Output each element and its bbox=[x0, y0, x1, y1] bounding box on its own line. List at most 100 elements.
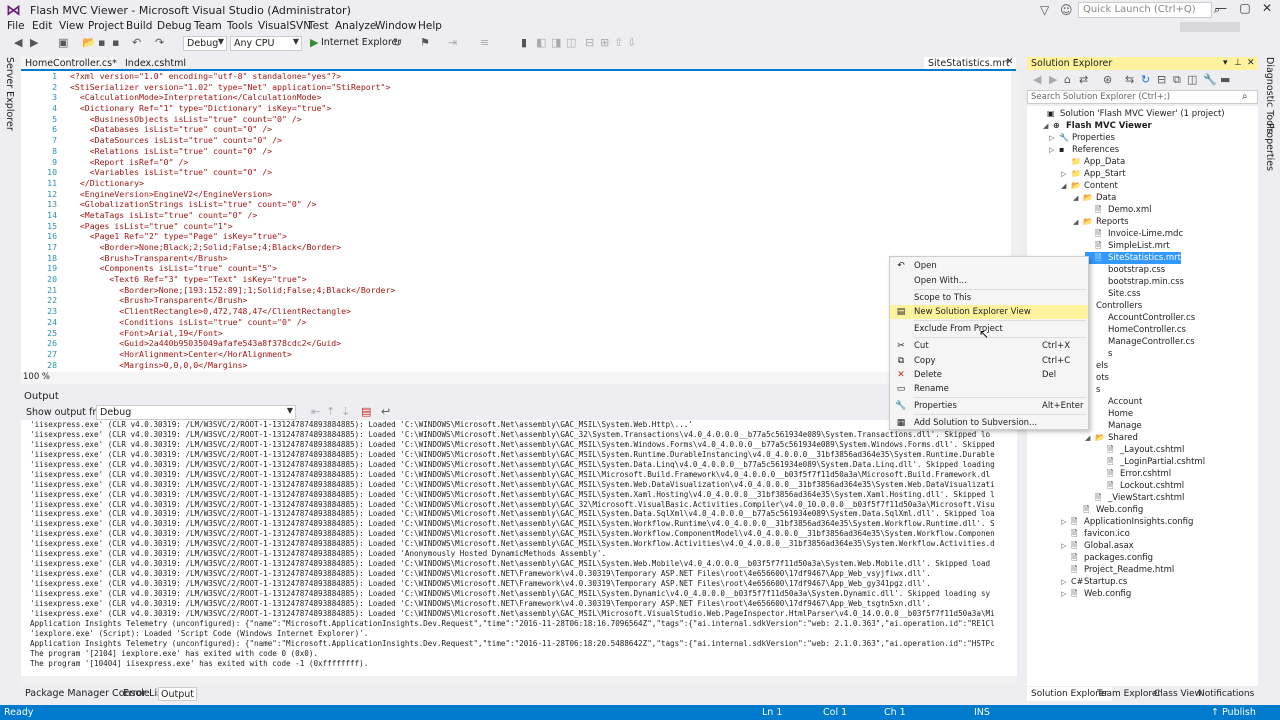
quick-launch-input[interactable]: Quick Launch (Ctrl+Q) bbox=[1078, 2, 1212, 18]
tree-item[interactable]: ◢ 📂 Shared bbox=[1085, 432, 1138, 444]
uncomment-icon[interactable]: ⊞ bbox=[600, 36, 609, 49]
tree-item[interactable]: 🗎 _ViewStart.cshtml bbox=[1085, 492, 1184, 504]
publish-icon[interactable]: ↑ bbox=[1211, 707, 1219, 718]
tab-team-explorer[interactable]: Team Explorer bbox=[1097, 687, 1161, 701]
tree-item[interactable]: 🗎 packages.config bbox=[1061, 552, 1153, 564]
menu-item-help[interactable]: Help bbox=[418, 20, 442, 32]
step-icon[interactable]: ⇥ bbox=[448, 36, 457, 49]
browser-link-icon[interactable]: ⚑ bbox=[420, 36, 430, 49]
solution-explorer-search[interactable]: Search Solution Explorer (Ctrl+;) ⌕ bbox=[1027, 90, 1258, 104]
expander-icon[interactable]: ▷ bbox=[1049, 132, 1059, 144]
tree-item[interactable]: ▷ C#Startup.cs bbox=[1061, 576, 1127, 588]
redo-icon[interactable]: ↷ bbox=[155, 36, 164, 49]
go-to-previous-message-icon[interactable]: ⇡ bbox=[326, 405, 335, 418]
solution-configuration-select[interactable]: Debug ▼ bbox=[183, 36, 227, 51]
bookmark-icon[interactable]: ▮ bbox=[521, 36, 527, 49]
align-icon[interactable]: ≡ bbox=[480, 36, 489, 49]
tree-item[interactable]: 🗎 Lockout.cshtml bbox=[1097, 480, 1184, 492]
close-button[interactable]: ✕ bbox=[1256, 1, 1278, 19]
menu-item-team[interactable]: Team bbox=[194, 20, 222, 32]
tree-item[interactable]: bootstrap.css bbox=[1085, 264, 1165, 276]
forward-icon[interactable]: ▶ bbox=[1049, 73, 1057, 86]
maximize-button[interactable]: ▢ bbox=[1234, 1, 1256, 19]
menu-item-tools[interactable]: Tools bbox=[227, 20, 253, 32]
context-menu-item[interactable]: ▦ Add Solution to Subversion... bbox=[890, 416, 1088, 430]
menu-item-view[interactable]: View bbox=[59, 20, 84, 32]
move-up-icon[interactable]: ⇧ bbox=[614, 36, 623, 49]
new-project-icon[interactable]: ▣ bbox=[58, 36, 68, 49]
tree-item[interactable]: ◢ 📂 Reports bbox=[1073, 216, 1129, 228]
filter-icon[interactable]: ▽ bbox=[1040, 3, 1049, 17]
expander-icon[interactable]: ▷ bbox=[1049, 144, 1059, 156]
comment-icon[interactable]: ⊟ bbox=[585, 36, 594, 49]
output-source-select[interactable]: Debug ▼ bbox=[96, 405, 296, 420]
tree-item[interactable]: 🗎 Demo.xml bbox=[1085, 204, 1151, 216]
output-log[interactable]: 'iisexpress.exe' (CLR v4.0.30319: /LM/W3… bbox=[21, 420, 1017, 676]
tree-item[interactable]: s bbox=[1085, 348, 1112, 360]
move-down-icon[interactable]: ⇩ bbox=[627, 36, 636, 49]
tab-output[interactable]: Output bbox=[158, 687, 197, 701]
show-all-files-icon[interactable]: ⧉ bbox=[1173, 73, 1181, 87]
menu-item-visualsvn[interactable]: VisualSVN bbox=[258, 20, 311, 32]
undo-icon[interactable]: ↶ bbox=[132, 36, 141, 49]
tree-item[interactable]: 📁 App_Data bbox=[1061, 156, 1125, 168]
expander-icon[interactable]: ◢ bbox=[1043, 120, 1053, 132]
tree-item[interactable]: ◢ 📂 Data bbox=[1073, 192, 1116, 204]
prev-bookmark-icon[interactable]: ◧ bbox=[536, 36, 546, 49]
menu-item-test[interactable]: Test bbox=[308, 20, 329, 32]
expander-icon[interactable]: ▷ bbox=[1061, 168, 1071, 180]
menu-item-analyze[interactable]: Analyze bbox=[335, 20, 376, 32]
expander-icon[interactable]: ▷ bbox=[1061, 516, 1071, 528]
view-code-icon[interactable]: ◫ bbox=[1187, 73, 1197, 86]
preview-icon[interactable]: ▬ bbox=[1220, 73, 1230, 86]
next-bookmark-icon[interactable]: ◨ bbox=[551, 36, 561, 49]
expander-icon[interactable]: ◢ bbox=[1061, 180, 1071, 192]
expander-icon[interactable]: ▷ bbox=[1061, 576, 1071, 588]
zoom-level[interactable]: 100 % bbox=[23, 372, 50, 382]
tree-item[interactable]: ▷ 🗎 ApplicationInsights.config bbox=[1061, 516, 1193, 528]
save-icon[interactable]: ▪ bbox=[98, 36, 105, 49]
context-menu-item[interactable]: ⧉ Copy Ctrl+C bbox=[890, 354, 1088, 368]
context-menu-item[interactable]: ✕ Delete Del bbox=[890, 368, 1088, 382]
tree-item[interactable]: ▷ 📁 App_Start bbox=[1061, 168, 1126, 180]
sync-with-document-icon[interactable]: ⇆ bbox=[1125, 73, 1134, 86]
run-target-label[interactable]: Internet Explorer bbox=[321, 37, 401, 48]
tree-item[interactable]: 🗎 _Layout.cshtml bbox=[1097, 444, 1184, 456]
menu-item-project[interactable]: Project bbox=[88, 20, 124, 32]
tree-item[interactable]: ◢ 📂 Content bbox=[1061, 180, 1118, 192]
tree-item[interactable]: 🗎 Project_Readme.html bbox=[1061, 564, 1174, 576]
output-horizontal-scrollbar[interactable] bbox=[21, 676, 1017, 686]
minimize-button[interactable]: — bbox=[1210, 1, 1232, 19]
properties-icon[interactable]: 🔧 bbox=[1203, 73, 1217, 86]
context-menu-item[interactable]: ▭ Rename bbox=[890, 382, 1088, 396]
tree-item[interactable]: Home bbox=[1085, 408, 1133, 420]
save-all-icon[interactable]: ▪ bbox=[112, 36, 119, 49]
collapse-all-icon[interactable]: ⊟ bbox=[1157, 73, 1166, 86]
menu-item-edit[interactable]: Edit bbox=[32, 20, 52, 32]
solution-platform-select[interactable]: Any CPU ▼ bbox=[230, 36, 302, 51]
expander-icon[interactable]: ◢ bbox=[1073, 192, 1083, 204]
feedback-icon[interactable]: ☺ bbox=[1060, 3, 1073, 17]
publish-button[interactable]: Publish bbox=[1222, 707, 1256, 718]
context-menu-item[interactable]: ✂ Cut Ctrl+X bbox=[890, 339, 1088, 353]
server-explorer-tab[interactable]: Server Explorer bbox=[4, 57, 15, 131]
expander-icon[interactable]: ◢ bbox=[1085, 432, 1095, 444]
tree-item[interactable]: 🗎 Error.cshtml bbox=[1097, 468, 1171, 480]
tree-item[interactable]: ▷ 🔧 Properties bbox=[1049, 132, 1115, 144]
pending-changes-filter-icon[interactable]: ⊛ bbox=[1103, 73, 1112, 86]
tree-item[interactable]: 🗎 favicon.ico bbox=[1061, 528, 1130, 540]
account-name[interactable] bbox=[1180, 22, 1240, 32]
pin-icon[interactable]: ⊥ bbox=[1234, 58, 1242, 68]
search-icon[interactable]: ⌕ bbox=[1242, 91, 1248, 102]
menu-item-build[interactable]: Build bbox=[126, 20, 152, 32]
tree-item[interactable]: ◢ ⊕ Flash MVC Viewer bbox=[1043, 120, 1152, 132]
menu-item-file[interactable]: File bbox=[7, 20, 25, 32]
tab-class-view[interactable]: Class View bbox=[1154, 687, 1202, 701]
tree-item[interactable]: Site.css bbox=[1085, 288, 1141, 300]
tree-item[interactable]: 🗎 Web.config bbox=[1073, 504, 1143, 516]
back-icon[interactable]: ◀ bbox=[14, 36, 22, 49]
forward-icon[interactable]: ▶ bbox=[30, 36, 38, 49]
tree-item[interactable]: Manage bbox=[1085, 420, 1142, 432]
refresh-icon[interactable]: ↻ bbox=[1141, 73, 1150, 86]
start-debugging-icon[interactable]: ▶ bbox=[310, 36, 318, 49]
